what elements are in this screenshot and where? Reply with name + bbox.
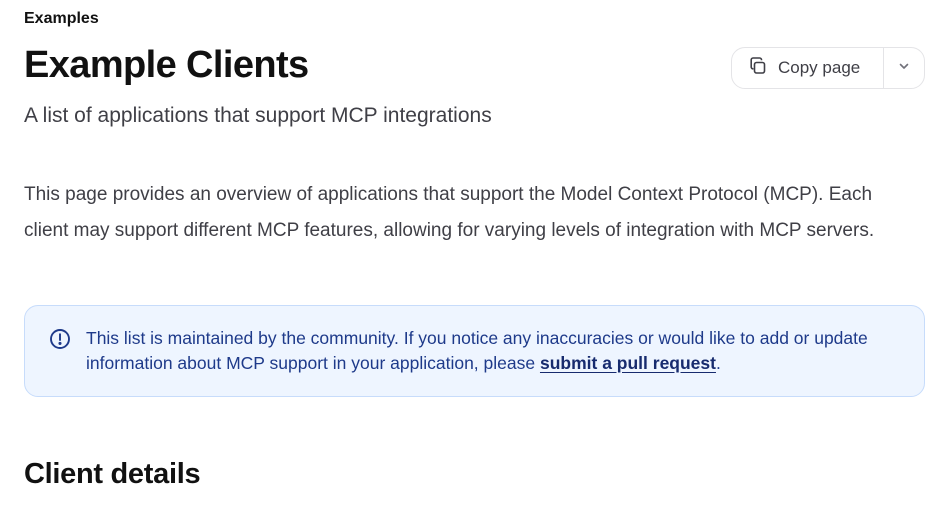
submit-pull-request-link[interactable]: submit a pull request <box>540 353 716 373</box>
copy-icon <box>748 56 768 81</box>
info-callout: This list is maintained by the community… <box>24 305 925 397</box>
breadcrumb: Examples <box>24 10 99 27</box>
info-circle-icon <box>49 328 71 350</box>
page-subtitle: A list of applications that support MCP … <box>24 104 492 127</box>
copy-page-button[interactable]: Copy page <box>732 48 883 88</box>
copy-options-button[interactable] <box>884 48 924 88</box>
page-title: Example Clients <box>24 44 309 86</box>
section-title: Client details <box>24 458 201 490</box>
intro-paragraph: This page provides an overview of applic… <box>24 184 875 241</box>
chevron-down-icon <box>897 59 911 78</box>
copy-page-label: Copy page <box>778 58 861 77</box>
copy-page-control: Copy page <box>731 47 925 89</box>
callout-text: This list is maintained by the community… <box>86 326 906 376</box>
callout-text-end: . <box>715 353 721 373</box>
page: Examples Example Clients Copy page A lis… <box>0 0 952 515</box>
callout-text-body: This list is maintained by the community… <box>86 328 868 373</box>
